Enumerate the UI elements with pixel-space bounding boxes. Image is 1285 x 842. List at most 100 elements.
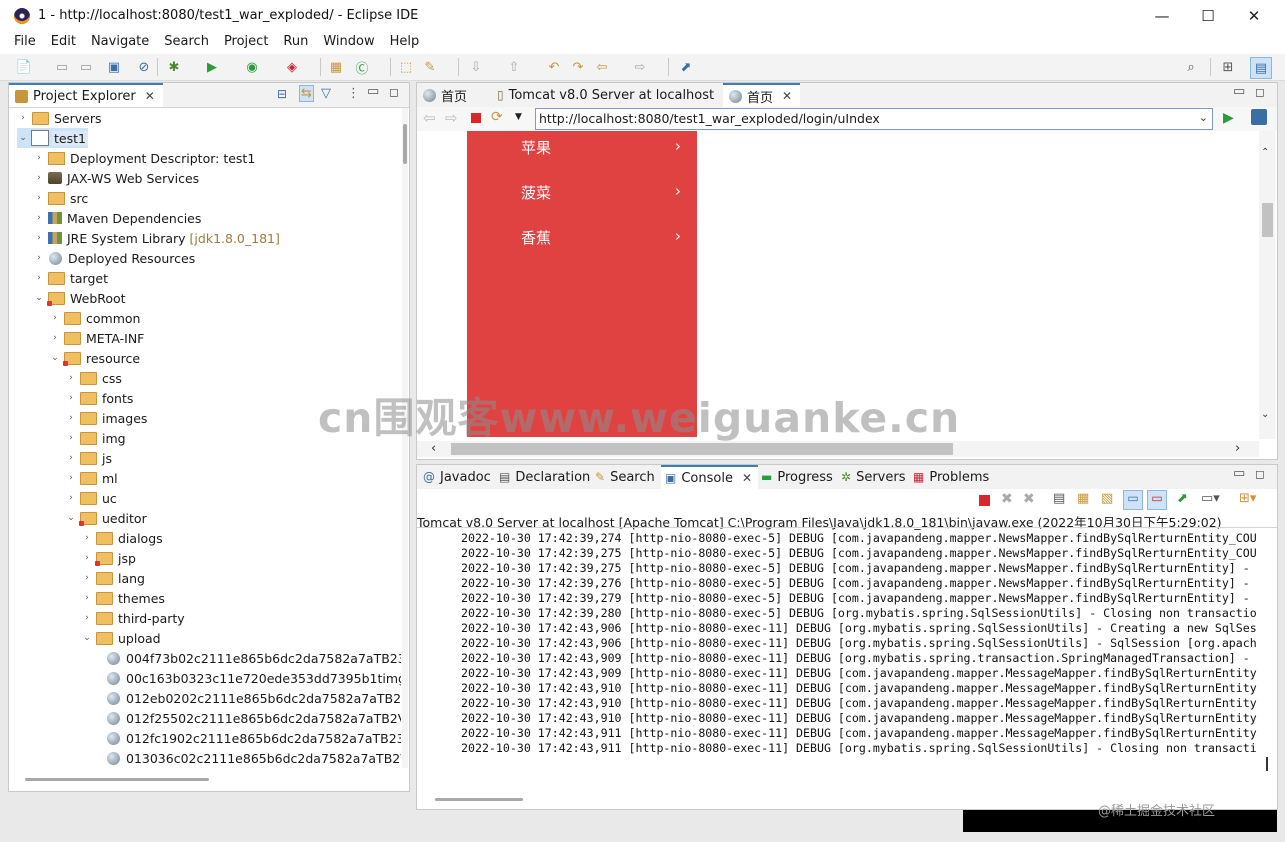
tree-item-test1[interactable]: ⌄ test1 (17, 128, 88, 148)
chevron-down-icon[interactable]: ⌄ (81, 633, 93, 643)
prev-annotation-icon[interactable]: ⇧ (504, 57, 524, 77)
remove-launch-icon[interactable]: ✖ (1001, 491, 1013, 507)
menu-file[interactable]: File (0, 33, 42, 54)
chevron-right-icon[interactable]: › (81, 613, 93, 623)
chevron-right-icon[interactable]: › (65, 473, 77, 483)
tree-item-target[interactable]: › target (33, 268, 108, 288)
tree-item-uc[interactable]: › uc (65, 488, 117, 508)
open-console-icon[interactable]: ⊞▾ (1239, 491, 1256, 506)
tree-item-themes[interactable]: › themes (81, 588, 165, 608)
menu-item-apple[interactable]: 苹果 (521, 137, 551, 158)
page-hscroll-thumb[interactable] (451, 443, 953, 455)
tree-item-common[interactable]: › common (49, 308, 140, 328)
chevron-right-icon[interactable]: › (81, 553, 93, 563)
tree-item-src[interactable]: › src (33, 188, 88, 208)
save-icon[interactable]: ▭ (52, 57, 72, 77)
browser-forward-icon[interactable]: ⇨ (445, 109, 458, 127)
menu-help[interactable]: Help (381, 33, 426, 54)
external-tools-icon[interactable]: ◈ (282, 57, 302, 77)
chevron-right-icon[interactable]: › (65, 493, 77, 503)
coverage-icon[interactable]: ◉ (242, 57, 262, 77)
skip-breakpoints-icon[interactable]: ⊘ (134, 57, 154, 77)
collapse-all-icon[interactable]: ⊟ (277, 87, 287, 101)
menu-edit[interactable]: Edit (42, 33, 82, 54)
tab-servers[interactable]: ✲ Servers (841, 465, 905, 489)
show-stderr-icon[interactable]: ▭ (1147, 490, 1167, 510)
menu-item-banana[interactable]: 香蕉 (521, 227, 551, 248)
menu-item-spinach[interactable]: 菠菜 (521, 182, 551, 203)
tab-javadoc[interactable]: @ Javadoc (423, 465, 491, 489)
tree-item-images[interactable]: › images (65, 408, 147, 428)
chevron-right-icon[interactable]: › (65, 433, 77, 443)
forward-edit-icon[interactable]: ↷ (568, 57, 588, 77)
chevron-right-icon[interactable]: › (49, 313, 61, 323)
tree-item-resource[interactable]: ⌄ resource (49, 348, 140, 368)
scroll-lock-icon[interactable]: ▦ (1077, 491, 1089, 506)
tree-item-upload[interactable]: ⌄ upload (81, 628, 160, 648)
word-wrap-icon[interactable]: ▧ (1101, 491, 1113, 506)
tree-item-012fc1902c2111e865b6dc2da7582a[interactable]: 012fc1902c2111e865b6dc2da7582a7aTB23Tv (97, 728, 401, 748)
tree-item-dialogs[interactable]: › dialogs (81, 528, 162, 548)
chevron-right-icon[interactable]: › (33, 233, 45, 243)
tree-item-ueditor[interactable]: ⌄ ueditor (65, 508, 147, 528)
minimize-console-icon[interactable]: ▭ (1233, 466, 1245, 481)
next-annotation-icon[interactable]: ⇩ (466, 57, 486, 77)
chevron-right-icon[interactable]: › (33, 213, 45, 223)
tree-item-maven-dependencies[interactable]: › Maven Dependencies (33, 208, 201, 228)
browser-stop-icon[interactable] (471, 113, 481, 123)
tree-item-webroot[interactable]: ⌄ WebRoot (33, 288, 126, 308)
display-console-icon[interactable]: ▭▾ (1201, 491, 1220, 506)
tree-item-012f25502c2111e865b6dc2da7582a[interactable]: 012f25502c2111e865b6dc2da7582a7aTB2VP8 (97, 708, 401, 728)
view-menu-icon[interactable]: ⋮ (347, 86, 360, 101)
chevron-right-icon[interactable]: › (81, 593, 93, 603)
javaee-perspective-icon[interactable]: ▤ (1250, 57, 1272, 79)
save-all-icon[interactable]: ▭ (76, 57, 96, 77)
go-icon[interactable]: ▶ (1223, 110, 1234, 126)
page-vertical-scrollbar[interactable]: ⌃ ⌄ (1259, 131, 1275, 439)
back-icon[interactable]: ⇦ (592, 57, 612, 77)
tree-item-jax-ws-web-services[interactable]: › JAX-WS Web Services (33, 168, 199, 188)
tab-declaration[interactable]: ▤ Declaration (499, 465, 590, 489)
menu-search[interactable]: Search (155, 33, 215, 54)
tree-item-013036c02c2111e865b6dc2da7582a[interactable]: 013036c02c2111e865b6dc2da7582a7aTB2VP8 (97, 748, 401, 768)
forward-icon[interactable]: ⇨ (630, 57, 650, 77)
tree-item-lang[interactable]: › lang (81, 568, 145, 588)
run-icon[interactable]: ▶ (202, 57, 222, 77)
open-type-icon[interactable]: ⬚ (396, 57, 416, 77)
close-button[interactable]: ✕ (1231, 0, 1277, 32)
chevron-down-icon[interactable]: ⌄ (49, 353, 61, 363)
chevron-right-icon[interactable]: › (81, 533, 93, 543)
minimize-button[interactable]: — (1139, 0, 1185, 32)
chevron-down-icon[interactable]: ⌄ (17, 133, 29, 143)
close-icon[interactable]: ✕ (145, 89, 155, 103)
tree-item-004f73b02c2111e865b6dc2da7582a[interactable]: 004f73b02c2111e865b6dc2da7582a7aTB23Tv (97, 648, 401, 668)
new-package-icon[interactable]: ▦ (326, 57, 346, 77)
terminate-icon[interactable] (979, 495, 990, 506)
new-icon[interactable]: 📄 (14, 57, 34, 77)
tab-search[interactable]: ✎ Search (595, 465, 655, 489)
tree-hscroll-thumb[interactable] (25, 778, 209, 781)
chevron-right-icon[interactable]: › (65, 453, 77, 463)
chevron-right-icon[interactable]: › (17, 113, 29, 123)
chevron-right-icon[interactable]: › (65, 373, 77, 383)
chevron-right-icon[interactable]: › (65, 413, 77, 423)
tree-item-deployed-resources[interactable]: › Deployed Resources (33, 248, 195, 268)
tree-scroll-thumb[interactable] (403, 124, 407, 164)
tree-item-meta-inf[interactable]: › META-INF (49, 328, 144, 348)
menu-project[interactable]: Project (215, 33, 274, 54)
maximize-editor-icon[interactable]: ◻ (1255, 85, 1265, 99)
menu-window[interactable]: Window (314, 33, 380, 54)
scroll-down-icon[interactable]: ⌄ (1261, 409, 1269, 420)
minimize-view-icon[interactable]: ▭ (367, 84, 379, 99)
browser-refresh-icon[interactable]: ⟳ (491, 109, 503, 125)
new-class-icon[interactable]: Ⓒ (352, 57, 372, 77)
tree-item-servers[interactable]: › Servers (17, 108, 101, 128)
tree-horizontal-scrollbar[interactable] (9, 769, 401, 789)
refresh-dropdown-icon[interactable]: ▼ (515, 112, 522, 122)
minimize-editor-icon[interactable]: ▭ (1233, 84, 1245, 99)
scroll-up-icon[interactable]: ⌃ (1261, 147, 1269, 158)
chevron-down-icon[interactable]: ⌄ (33, 293, 45, 303)
chevron-right-icon[interactable]: › (49, 333, 61, 343)
chevron-right-icon[interactable]: › (65, 393, 77, 403)
close-icon[interactable]: ✕ (742, 471, 752, 485)
